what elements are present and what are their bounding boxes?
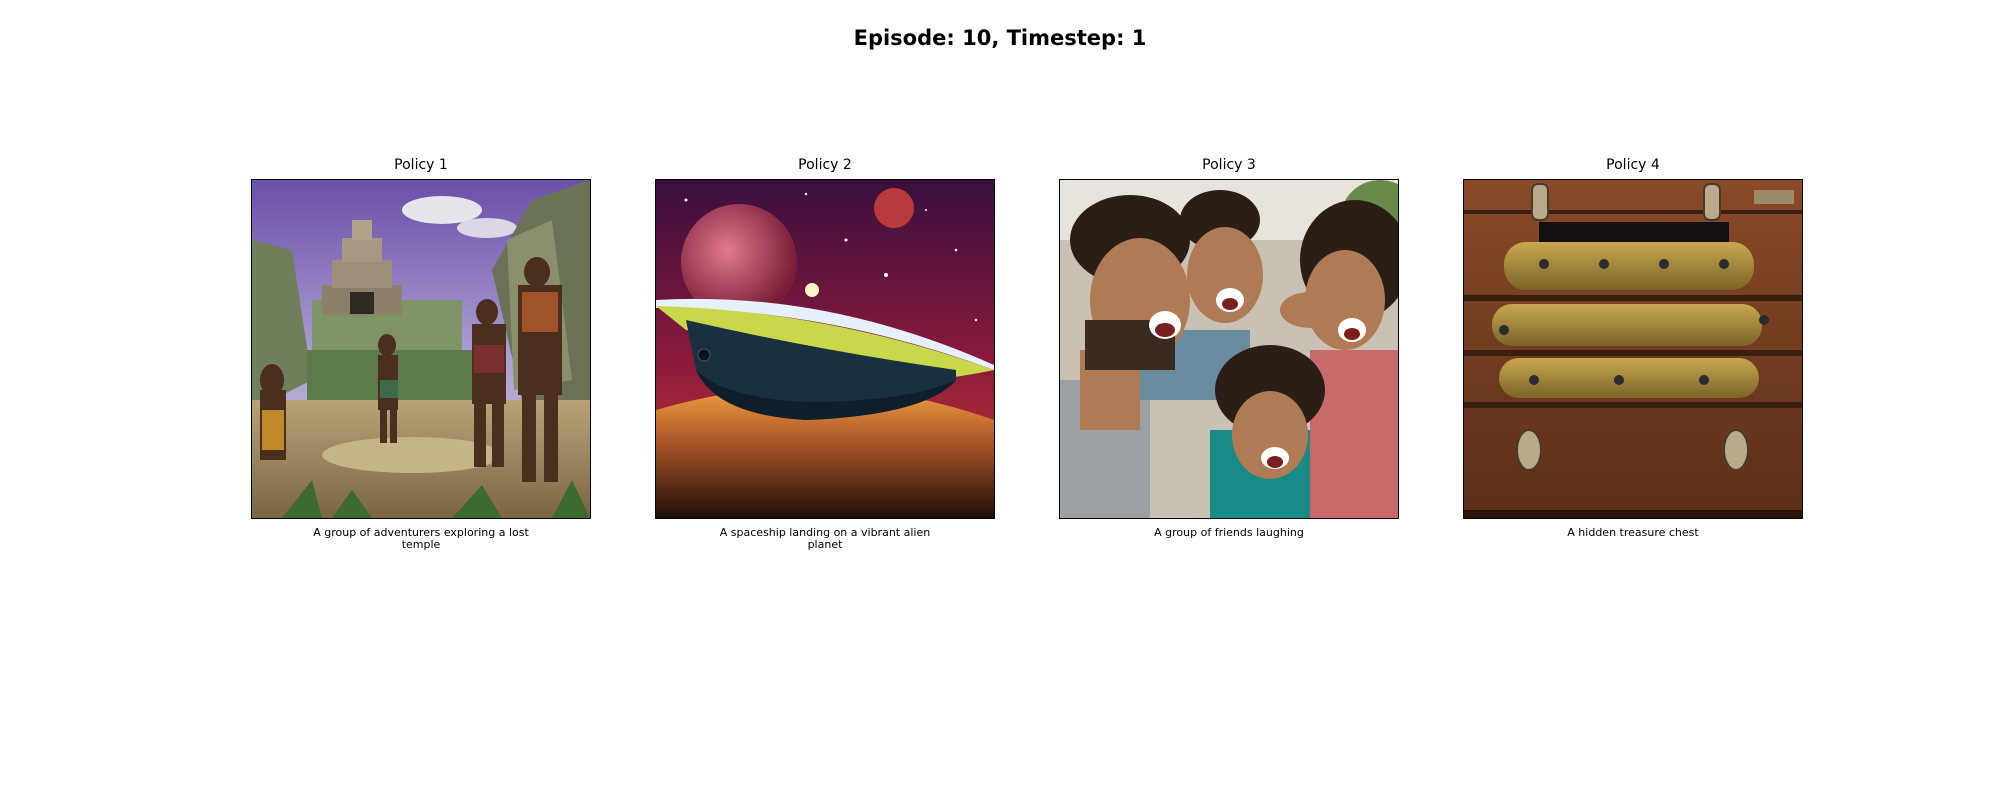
policy-image-spaceship <box>655 179 995 519</box>
panel-caption: A group of friends laughing <box>1154 526 1304 539</box>
panel-title: Policy 3 <box>1202 157 1256 173</box>
panel-caption: A hidden treasure chest <box>1567 526 1699 539</box>
policy-image-temple <box>251 179 591 519</box>
figure-title: Episode: 10, Timestep: 1 <box>853 26 1147 50</box>
panel-title: Policy 1 <box>394 157 448 173</box>
panel-caption: A group of adventurers exploring a lost … <box>313 526 529 551</box>
panel-caption: A spaceship landing on a vibrant alien p… <box>719 526 931 551</box>
panel-title: Policy 4 <box>1606 157 1660 173</box>
policy-image-friends <box>1059 179 1399 519</box>
panel-title: Policy 2 <box>798 157 852 173</box>
policy-image-treasure-chest <box>1463 179 1803 519</box>
